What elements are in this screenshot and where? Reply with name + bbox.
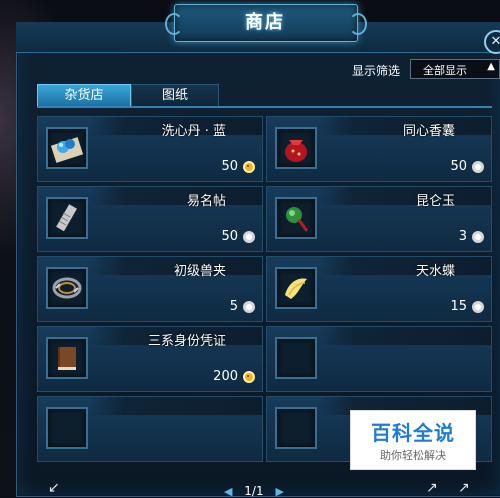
book-icon bbox=[58, 347, 76, 370]
empty-slot[interactable] bbox=[266, 326, 492, 392]
item-price: 50 bbox=[221, 159, 238, 174]
item-icon-box bbox=[46, 267, 88, 309]
item-name: 三系身份凭证 bbox=[147, 334, 226, 349]
item-icon-box bbox=[46, 337, 88, 379]
watermark-logo: 百科全说 助你轻松解决 bbox=[350, 410, 476, 470]
watermark-main: 百科全说 bbox=[371, 421, 455, 445]
empty-icon-box bbox=[275, 407, 317, 449]
silver-coin-icon bbox=[243, 231, 255, 243]
beast-trap-icon bbox=[52, 277, 82, 299]
page-number: 1/1 bbox=[244, 484, 264, 498]
tab-general-store[interactable]: 杂货店 bbox=[37, 84, 131, 108]
shop-item-slot[interactable]: 三系身份凭证 200 bbox=[37, 326, 263, 392]
butterfly-icon bbox=[285, 278, 307, 299]
filter-select[interactable]: 全部显示 ▲ bbox=[410, 59, 500, 79]
scroll-tag-icon bbox=[56, 204, 77, 232]
silver-coin-icon bbox=[243, 301, 255, 313]
item-icon-box bbox=[46, 197, 88, 239]
scroll-end-icon[interactable]: ↗ bbox=[458, 480, 480, 496]
shop-item-slot[interactable]: 初级兽夹 5 bbox=[37, 256, 263, 322]
silver-coin-icon bbox=[472, 161, 484, 173]
item-name: 洗心丹 · 蓝 bbox=[161, 124, 226, 139]
item-icon-box bbox=[275, 197, 317, 239]
red-pouch-icon bbox=[285, 140, 307, 162]
item-price: 5 bbox=[229, 299, 238, 314]
tab-underline bbox=[37, 106, 492, 108]
gold-coin-icon bbox=[243, 371, 255, 383]
filter-label: 显示筛选 bbox=[352, 64, 401, 78]
next-page-icon[interactable]: ▶ bbox=[275, 485, 283, 498]
jade-pendant-icon bbox=[286, 207, 309, 232]
item-name: 同心香囊 bbox=[402, 124, 455, 139]
silver-coin-icon bbox=[472, 231, 484, 243]
item-price: 15 bbox=[450, 299, 467, 314]
silver-coin-icon bbox=[472, 301, 484, 313]
item-name: 昆仑玉 bbox=[415, 194, 455, 209]
scroll-right-icon[interactable]: ↗ bbox=[426, 480, 448, 496]
tab-blueprints[interactable]: 图纸 bbox=[131, 84, 219, 108]
item-price: 50 bbox=[221, 229, 238, 244]
empty-icon-box bbox=[46, 407, 88, 449]
shop-item-slot[interactable]: 易名帖 50 bbox=[37, 186, 263, 252]
empty-icon-box bbox=[275, 337, 317, 379]
shop-item-slot[interactable]: 洗心丹 · 蓝 50 bbox=[37, 116, 263, 182]
shop-item-slot[interactable]: 天水蝶 15 bbox=[266, 256, 492, 322]
item-price: 50 bbox=[450, 159, 467, 174]
item-name: 初级兽夹 bbox=[173, 264, 226, 279]
gold-coin-icon bbox=[243, 161, 255, 173]
pagination: ◀ 1/1 ▶ bbox=[224, 484, 284, 498]
item-name: 易名帖 bbox=[186, 194, 226, 209]
window-title: 商店 bbox=[245, 12, 285, 33]
item-icon-box bbox=[275, 127, 317, 169]
shop-item-slot[interactable]: 同心香囊 50 bbox=[266, 116, 492, 182]
shop-item-slot[interactable]: 昆仑玉 3 bbox=[266, 186, 492, 252]
prev-page-icon[interactable]: ◀ bbox=[224, 485, 232, 498]
item-price: 3 bbox=[458, 229, 467, 244]
filter-selected-value: 全部显示 bbox=[423, 64, 467, 77]
item-name: 天水蝶 bbox=[415, 264, 455, 279]
item-price: 200 bbox=[213, 369, 238, 384]
item-icon-box bbox=[275, 267, 317, 309]
empty-slot[interactable] bbox=[37, 396, 263, 462]
watermark-sub: 助你轻松解决 bbox=[380, 449, 446, 462]
item-icon-box bbox=[46, 127, 88, 169]
scroll-left-icon[interactable]: ↙ bbox=[48, 480, 70, 496]
dropdown-arrow-icon: ▲ bbox=[487, 61, 495, 72]
blue-pill-icon bbox=[50, 137, 84, 163]
